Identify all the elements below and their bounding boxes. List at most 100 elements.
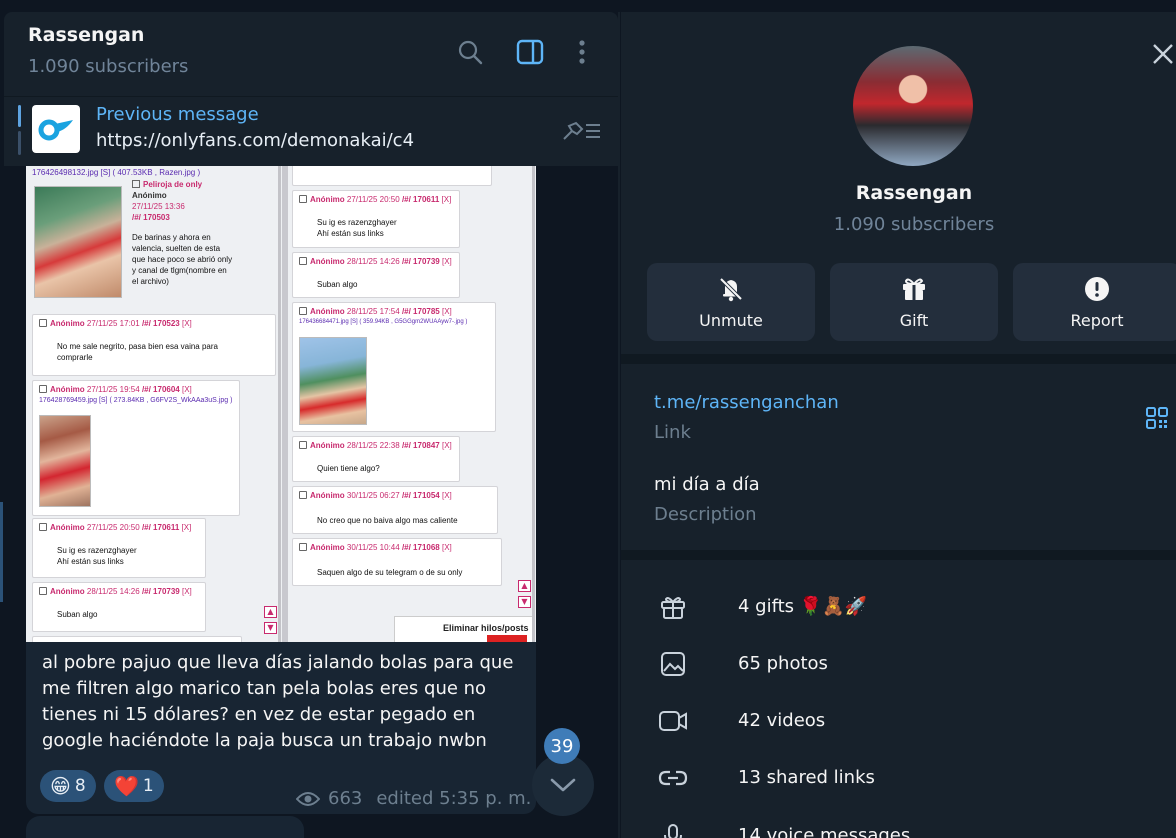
- imageboard-post: Anónimo 30/11/25 06:27 /#/ 171054 [X] No…: [292, 486, 498, 534]
- reaction-count: 8: [74, 776, 86, 796]
- pinned-text[interactable]: https://onlyfans.com/demonakai/c4: [96, 130, 414, 151]
- post-file-info: 176426498132.jpg [S] ( 407.53KB , Razen.…: [32, 168, 201, 177]
- post-caption: al pobre pajuo que lleva días jalando bo…: [42, 652, 514, 751]
- post-date: 28/11/25 14:26: [346, 257, 400, 266]
- channel-link[interactable]: t.me/rassenganchan: [654, 392, 839, 413]
- gift-label: Gift: [899, 310, 929, 330]
- post-number: /#/ 171054: [401, 491, 440, 500]
- post-delete-tag: [X]: [441, 441, 452, 450]
- post-author: Anónimo: [50, 319, 85, 328]
- media-row-videos[interactable]: 42 videos: [621, 697, 1176, 745]
- profile-name: Rassengan: [855, 182, 973, 204]
- delete-posts-box: Eliminar hilos/posts: [394, 616, 534, 642]
- scroll-down-arrow-icon: ▼: [264, 622, 277, 634]
- avatar[interactable]: [853, 46, 973, 166]
- delete-posts-button: [487, 635, 527, 642]
- unmute-button[interactable]: Unmute: [647, 263, 815, 341]
- post-text: De barinas y ahora en valencia, suelten …: [132, 233, 233, 286]
- reaction-count: 1: [142, 776, 154, 796]
- post-number: /#/ 170611: [141, 523, 180, 532]
- onlyfans-logo-icon: [32, 105, 80, 153]
- post-delete-tag: [X]: [441, 307, 452, 316]
- post-file-info: 176436684471.jpg [S] ( 359.94KB , G5GGgm…: [299, 319, 468, 325]
- reaction-heart[interactable]: ❤️ 1: [104, 770, 164, 802]
- post-delete-tag: [X]: [181, 523, 192, 532]
- report-button[interactable]: Report: [1013, 263, 1176, 341]
- imageboard-post: Anónimo 30/11/25 10:44 /#/ 171068 [X] Sa…: [292, 538, 502, 586]
- post-date: 30/11/25 10:44: [346, 543, 400, 552]
- screenshot-right-column: Anónimo 27/11/25 20:50 /#/ 170611 [X] Su…: [288, 166, 536, 642]
- description-label: Description: [654, 504, 757, 525]
- chat-title[interactable]: Rassengan: [28, 24, 144, 46]
- close-icon[interactable]: [1136, 40, 1176, 70]
- screenshot-scrollbar: [532, 166, 535, 642]
- imageboard-post: Anónimo 27/11/25 20:50 /#/ 170611 [X] Su…: [32, 518, 206, 578]
- section-divider: [621, 550, 1176, 560]
- report-label: Report: [1070, 310, 1124, 330]
- qr-code-icon[interactable]: [1145, 406, 1169, 434]
- post-author: Anónimo: [132, 191, 167, 200]
- post-delete-tag: [X]: [181, 385, 192, 394]
- chat-header[interactable]: Rassengan 1.090 subscribers: [4, 12, 618, 96]
- post-number: /#/ 170611: [401, 195, 440, 204]
- pinned-list-icon[interactable]: [560, 117, 604, 149]
- post-date: 27/11/25 20:50: [346, 195, 400, 204]
- imageboard-post: 176426498132.jpg [S] ( 407.53KB , Razen.…: [26, 166, 280, 308]
- views-eye-icon: [296, 791, 320, 806]
- media-row-label: 13 shared links: [738, 767, 875, 788]
- search-icon[interactable]: [454, 36, 486, 68]
- post-number: /#/ 170847: [401, 441, 440, 450]
- post-number: /#/ 170503: [132, 213, 170, 222]
- post-thumbnail: [34, 186, 122, 298]
- chevron-down-icon: [550, 778, 576, 792]
- post-author: Anónimo: [310, 543, 345, 552]
- media-row-gifts[interactable]: 4 gifts 🌹🧸🚀: [621, 583, 1176, 631]
- sidebar-toggle-icon[interactable]: [514, 36, 546, 68]
- heart-emoji-icon: ❤️: [114, 774, 139, 798]
- video-icon: [657, 705, 689, 737]
- imageboard-post: Anónimo 28/11/25 17:54 /#/ 170785 [X] 17…: [292, 302, 496, 432]
- next-message-bubble[interactable]: [26, 816, 304, 838]
- post-text: Quien tiene algo?: [317, 464, 380, 473]
- post-text: Su ig es razenzghayer Ahí están sus link…: [57, 546, 137, 566]
- post-date: 28/11/25 14:26: [86, 587, 140, 596]
- pinned-indicator: [18, 105, 21, 155]
- post-date: 27/11/25 13:36: [132, 202, 185, 211]
- profile-panel: Rassengan 1.090 subscribers Unmute Gift …: [620, 12, 1176, 838]
- post-date: 28/11/25 22:38: [346, 441, 400, 450]
- scroll-down-arrow-icon: ▼: [518, 596, 531, 608]
- post-text: No me sale negrito, pasa bien esa vaina …: [57, 342, 218, 362]
- media-row-label: 65 photos: [738, 653, 828, 674]
- imageboard-post: Anónimo 28/11/25 22:38 /#/ 170847 [X] Qu…: [292, 436, 460, 482]
- more-menu-icon[interactable]: [566, 36, 598, 68]
- post-meta: 663 edited 5:35 p. m.: [296, 788, 531, 809]
- imageboard-post: Anónimo 27/11/25 19:54 /#/ 170604 [X] 17…: [32, 380, 240, 516]
- media-row-links[interactable]: 13 shared links: [621, 754, 1176, 802]
- post-subject: Peliroja de only: [143, 180, 203, 189]
- screenshot-scrollbar: [278, 166, 281, 642]
- unread-count-badge: 39: [544, 728, 580, 764]
- post-text: Saquen algo de su telegram o de su only: [317, 568, 463, 577]
- post-image[interactable]: 176426498132.jpg [S] ( 407.53KB , Razen.…: [26, 166, 536, 642]
- post-text: Suban algo: [57, 610, 98, 619]
- gift-button[interactable]: Gift: [830, 263, 998, 341]
- pinned-message-bar[interactable]: Previous message https://onlyfans.com/de…: [4, 96, 618, 166]
- post-number: /#/ 170739: [141, 587, 180, 596]
- post-number: /#/ 170739: [401, 257, 440, 266]
- post-author: Anónimo: [310, 195, 345, 204]
- description-value: mi día a día: [654, 474, 760, 495]
- media-row-photos[interactable]: 65 photos: [621, 640, 1176, 688]
- post-date: 27/11/25 20:50: [86, 523, 140, 532]
- media-row-voice[interactable]: 14 voice messages: [621, 812, 1176, 838]
- post-text: Suban algo: [317, 280, 358, 289]
- profile-subtitle: 1.090 subscribers: [833, 214, 995, 235]
- post-author: Anónimo: [310, 307, 345, 316]
- channel-post[interactable]: 176426498132.jpg [S] ( 407.53KB , Razen.…: [26, 166, 536, 814]
- post-author: Anónimo: [310, 257, 345, 266]
- reaction-grin[interactable]: 😁 8: [40, 770, 96, 802]
- post-thumbnail: [39, 415, 91, 507]
- post-text: No creo que no baiva algo mas caliente: [317, 516, 458, 525]
- section-divider: [621, 354, 1176, 364]
- media-row-label: 4 gifts 🌹🧸🚀: [738, 596, 868, 617]
- media-row-label: 14 voice messages: [738, 825, 911, 838]
